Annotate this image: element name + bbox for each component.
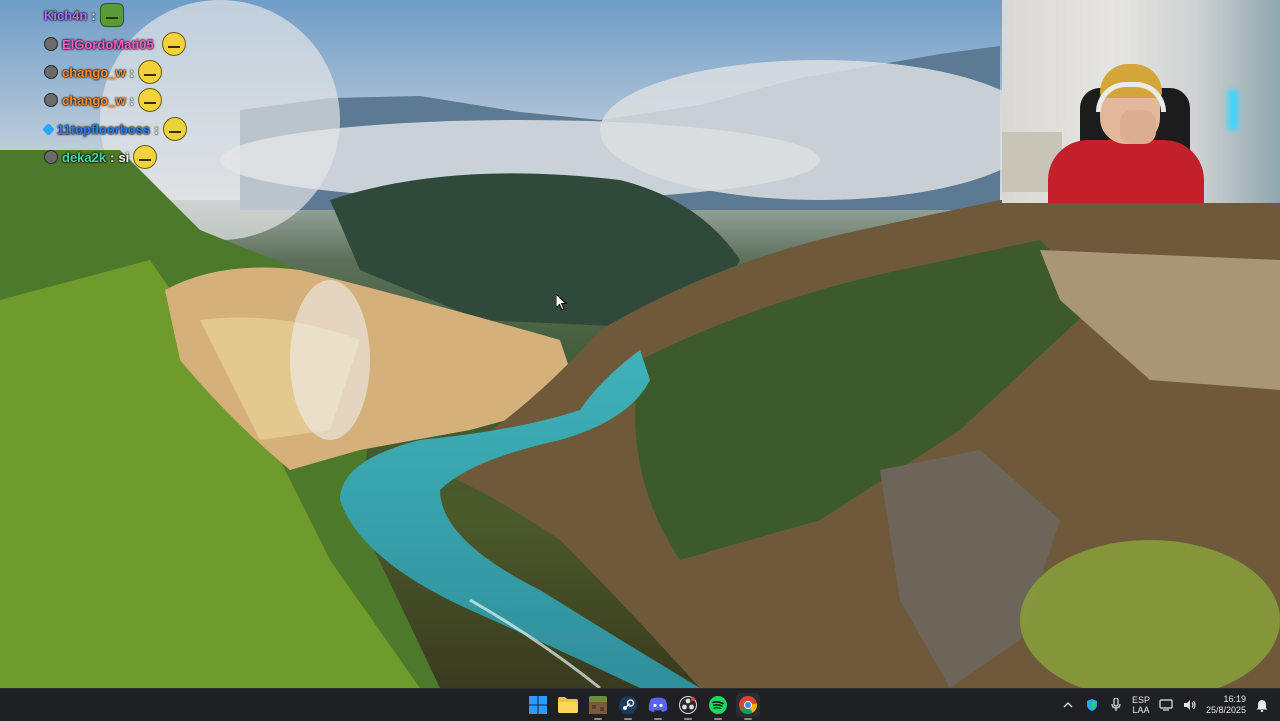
frog-emote-icon	[99, 3, 124, 27]
taskbar-apps	[526, 689, 760, 721]
chat-separator: :	[154, 121, 159, 137]
keyboard-layout: LAA	[1132, 705, 1150, 715]
clock-date: 25/8/2025	[1205, 705, 1246, 715]
chat-message: deka2k : si	[44, 145, 158, 169]
file-explorer-icon[interactable]	[556, 693, 580, 717]
chat-separator: :	[110, 149, 115, 165]
volume-icon[interactable]	[1182, 697, 1198, 713]
discord-icon[interactable]	[646, 693, 670, 720]
obs-icon[interactable]	[676, 693, 700, 720]
chat-username: Kich4n	[44, 7, 88, 23]
chat-username: chango_w	[62, 92, 126, 108]
chat-separator: :	[91, 7, 96, 23]
neutral-face-emote-icon	[137, 60, 162, 84]
chat-message: chango_w :	[44, 88, 162, 112]
chat-message: ElGordoMati05	[44, 32, 186, 56]
glasses-face-emote-icon	[162, 117, 187, 141]
microphone-icon[interactable]	[1108, 697, 1124, 713]
minecraft-icon[interactable]	[586, 693, 610, 720]
rgb-light	[1228, 90, 1238, 130]
neutral-face-emote-icon	[161, 32, 186, 56]
neutral-face-emote-icon	[137, 88, 162, 112]
chat-separator: :	[129, 92, 134, 108]
chat-message: 11topfloorboss :	[42, 117, 187, 141]
person-hand	[1120, 110, 1156, 144]
chat-username: 11topfloorboss	[57, 121, 151, 137]
chat-username: chango_w	[62, 64, 126, 80]
chat-username: ElGordoMati05	[62, 36, 154, 52]
system-clock[interactable]: 16:19 25/8/2025	[1206, 694, 1246, 716]
user-badge-icon	[44, 93, 58, 107]
chat-message-text: si	[118, 149, 130, 165]
spotify-icon[interactable]	[706, 693, 730, 720]
language-code: ESP	[1131, 695, 1150, 705]
wave-face-emote-icon	[133, 145, 158, 169]
chat-message: chango_w :	[44, 60, 162, 84]
person-shirt	[1048, 140, 1204, 203]
user-badge-icon	[44, 150, 58, 164]
user-badge-icon	[44, 37, 58, 51]
notification-bell-icon[interactable]	[1254, 697, 1270, 713]
security-shield-icon[interactable]	[1084, 697, 1100, 713]
chat-message: Kich4n :	[44, 3, 124, 27]
network-icon[interactable]	[1158, 697, 1174, 713]
chat-username: deka2k	[62, 149, 107, 165]
taskbar: ESP LAA 16:19 25/8/2025	[0, 688, 1280, 721]
windows-start-icon[interactable]	[526, 693, 550, 717]
user-badge-icon	[44, 65, 58, 79]
system-tray: ESP LAA 16:19 25/8/2025	[1060, 689, 1280, 721]
chrome-icon[interactable]	[736, 693, 760, 720]
diamond-badge-icon	[42, 122, 55, 136]
chat-separator: :	[129, 64, 134, 80]
webcam-overlay	[1002, 0, 1280, 203]
clock-time: 16:19	[1223, 694, 1246, 704]
steam-icon[interactable]	[616, 693, 640, 720]
chevron-up-icon[interactable]	[1060, 697, 1076, 713]
language-indicator[interactable]: ESP LAA	[1132, 695, 1150, 715]
